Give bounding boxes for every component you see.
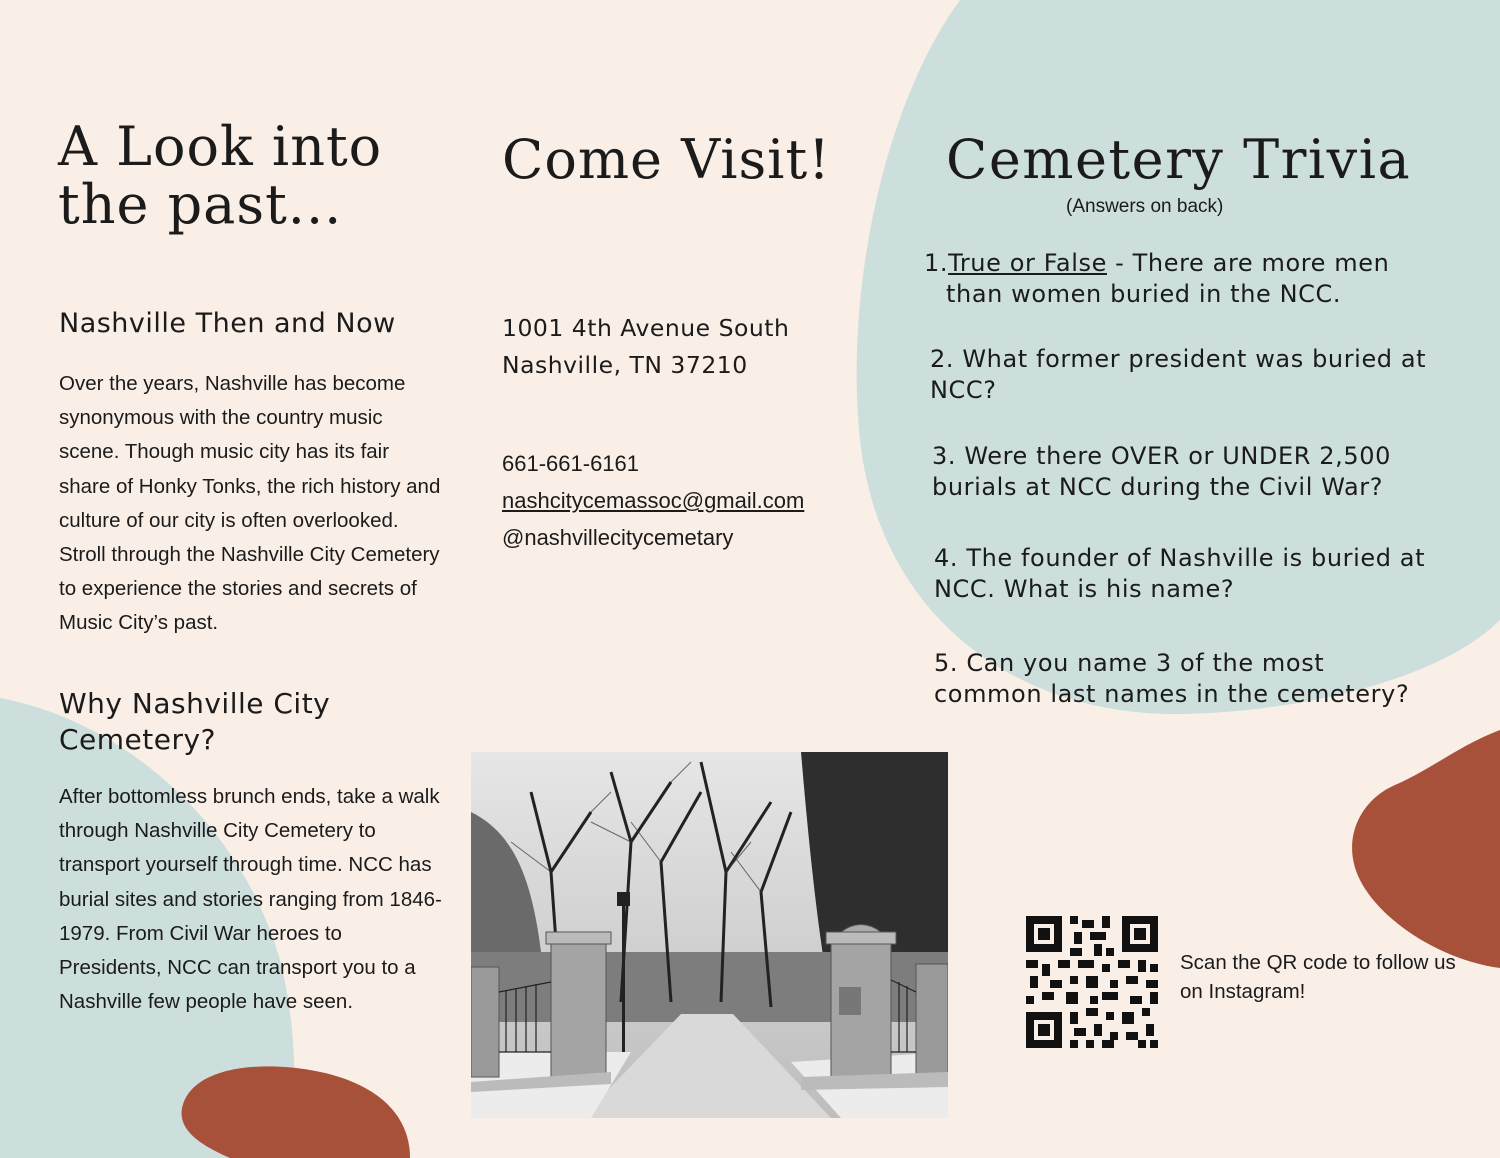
cemetery-gate-photo — [471, 752, 948, 1118]
paragraph-then-and-now: Over the years, Nashville has become syn… — [59, 372, 441, 635]
column1-title: A Look into the past... — [58, 118, 382, 234]
heading-why-ncc: Why Nashville City Cemetery? — [59, 687, 331, 756]
qr-code-icon[interactable] — [1026, 916, 1158, 1048]
come-visit-title: Come Visit! — [502, 128, 831, 191]
instagram-handle: @nashvillecitycemetary — [502, 525, 734, 550]
q1-true-false-label: True or False — [948, 249, 1107, 277]
phone-number: 661-661-6161 — [502, 451, 640, 476]
trivia-question-1: 1.True or False - There are more men tha… — [924, 248, 1424, 310]
email-link[interactable]: nashcitycemassoc@gmail.com — [502, 488, 804, 513]
rust-blob-bottom-left — [181, 1066, 410, 1158]
trivia-title: Cemetery Trivia — [946, 128, 1412, 191]
q1-text-line2: than women buried in the NCC. — [946, 280, 1342, 308]
q1-text-line1: - There are more men — [1106, 249, 1390, 277]
heading-then-and-now: Nashville Then and Now — [59, 308, 396, 339]
contact-block: 661-661-6161 nashcitycemassoc@gmail.com … — [502, 445, 804, 556]
address-block: 1001 4th Avenue South Nashville, TN 3721… — [502, 310, 789, 384]
trivia-question-5: 5. Can you name 3 of the most common las… — [934, 649, 1410, 708]
trivia-question-3: 3. Were there OVER or UNDER 2,500 burial… — [932, 442, 1391, 501]
trivia-question-2: 2. What former president was buried at N… — [930, 345, 1427, 404]
answers-note: (Answers on back) — [1066, 196, 1224, 217]
address-line1: 1001 4th Avenue South — [502, 314, 790, 342]
trivia-question-4: 4. The founder of Nashville is buried at… — [934, 544, 1426, 603]
qr-caption: Scan the QR code to follow us on Instagr… — [1180, 951, 1456, 1003]
q1-number: 1. — [924, 249, 949, 277]
column1-title-line1: A Look into — [58, 115, 383, 178]
paragraph-why-ncc: After bottomless brunch ends, take a wal… — [59, 785, 442, 1014]
rust-blob-right — [1352, 730, 1500, 968]
column1-title-line2: the past... — [58, 173, 343, 236]
address-line2: Nashville, TN 37210 — [502, 351, 748, 379]
